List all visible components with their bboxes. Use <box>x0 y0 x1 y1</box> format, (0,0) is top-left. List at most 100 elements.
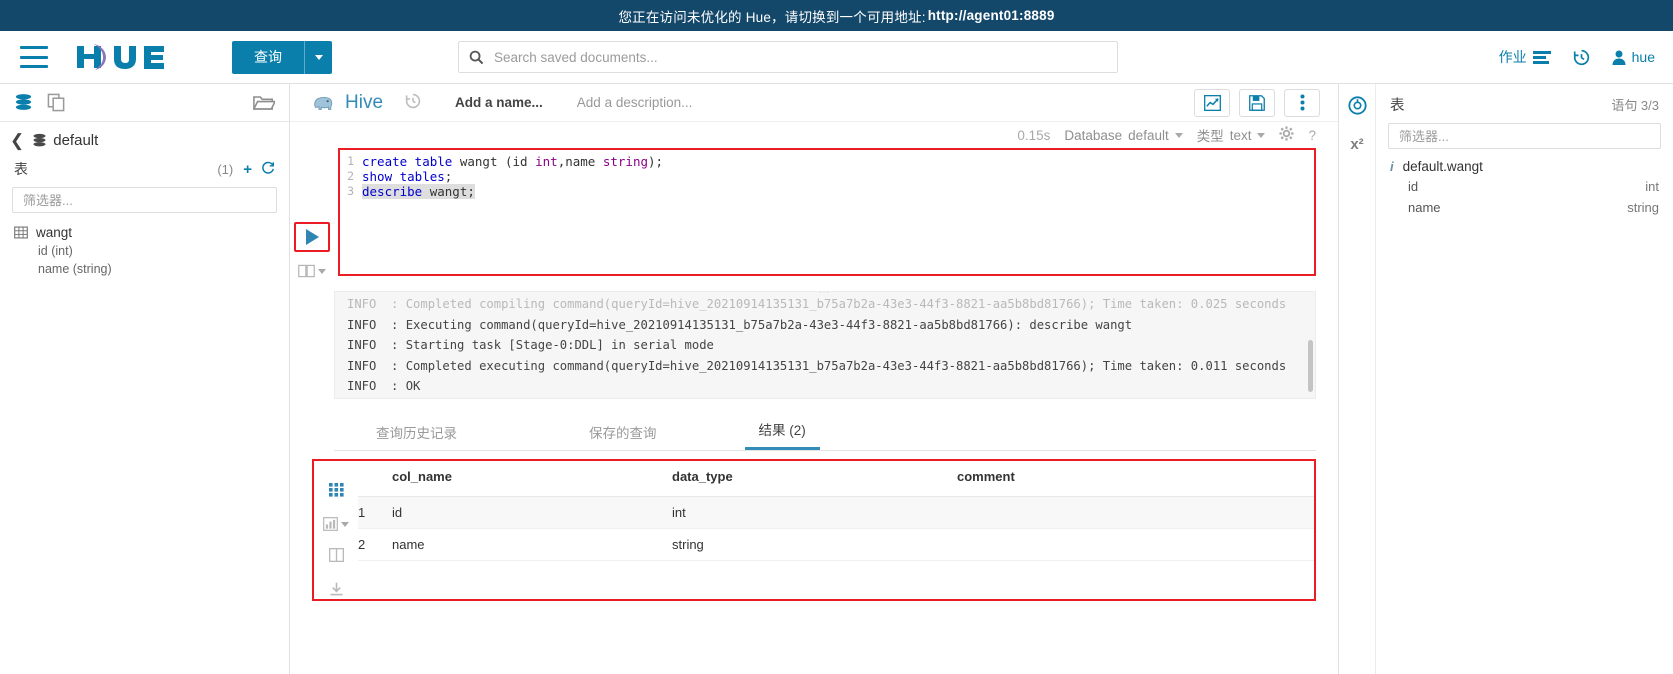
right-panel-filter[interactable] <box>1388 123 1661 149</box>
chevron-down-icon <box>1257 132 1266 138</box>
query-editor-main: Hive Add a name... Add a description... <box>290 84 1338 674</box>
table-row[interactable]: 2 name string <box>358 528 1314 561</box>
top-navbar: 查询 作业 <box>0 31 1673 84</box>
open-folder-icon[interactable] <box>253 93 275 112</box>
database-selector[interactable]: Database default <box>1064 127 1183 143</box>
chevron-down-icon <box>314 54 323 60</box>
current-database-name[interactable]: default <box>53 132 98 149</box>
right-panel-column-item[interactable]: id int <box>1376 176 1673 197</box>
database-icon <box>33 133 46 147</box>
line-number: 2 <box>347 169 354 183</box>
column-header-col-name[interactable]: col_name <box>392 461 672 497</box>
back-chevron-icon[interactable]: ❮ <box>10 132 24 149</box>
query-name-field[interactable]: Add a name... <box>455 95 543 110</box>
results-table: col_name data_type comment 1 id int 2 na… <box>358 461 1314 561</box>
tab-saved-queries[interactable]: 保存的查询 <box>575 422 671 450</box>
log-line: INFO : OK <box>347 379 421 393</box>
assist-table-item[interactable]: wangt <box>0 223 289 242</box>
assist-column-item[interactable]: name (string) <box>0 260 289 278</box>
chart-view-button[interactable] <box>1194 88 1230 117</box>
code-line[interactable]: 2 show tables; <box>340 169 1314 184</box>
query-log-panel[interactable]: ⋯ INFO : Completed compiling command(que… <box>334 291 1316 399</box>
editor-history-icon[interactable] <box>405 93 421 112</box>
query-dropdown-button[interactable] <box>304 40 332 74</box>
help-button[interactable]: ? <box>1308 128 1316 143</box>
execute-query-button[interactable] <box>298 226 326 248</box>
add-table-icon[interactable]: + <box>243 161 252 178</box>
code-line[interactable]: 1 create table wangt (id int,name string… <box>340 154 1314 169</box>
documents-source-icon[interactable] <box>47 93 66 112</box>
history-link[interactable] <box>1573 49 1590 66</box>
column-name: name <box>1408 200 1441 215</box>
query-button-group: 查询 <box>232 40 332 74</box>
more-options-button[interactable] <box>1284 88 1320 117</box>
columns-view-icon[interactable] <box>328 547 344 565</box>
banner-url-link[interactable]: http://agent01:8889 <box>928 8 1055 23</box>
download-icon[interactable] <box>329 582 344 599</box>
engine-name: Hive <box>345 91 384 113</box>
hamburger-menu-icon[interactable] <box>20 46 48 68</box>
log-line: INFO : Starting task [Stage-0:DDL] in se… <box>347 338 714 352</box>
info-icon[interactable]: i <box>1390 159 1394 174</box>
query-button[interactable]: 查询 <box>232 40 304 74</box>
chevron-down-icon <box>1174 132 1183 138</box>
column-name: id <box>1408 179 1419 194</box>
code-line-text: describe wangt; <box>362 184 475 199</box>
right-panel-column-item[interactable]: name string <box>1376 197 1673 218</box>
tab-query-history[interactable]: 查询历史记录 <box>362 422 471 450</box>
column-header-data-type[interactable]: data_type <box>672 461 957 497</box>
right-panel-filter-input[interactable] <box>1397 127 1652 145</box>
clock-history-icon <box>1573 49 1589 65</box>
settings-gear-button[interactable] <box>1279 126 1295 144</box>
save-floppy-icon <box>1249 94 1265 111</box>
query-explain-button[interactable] <box>298 264 326 278</box>
log-line: INFO : Executing command(queryId=hive_20… <box>347 317 1133 332</box>
hue-application-window: 您正在访问未优化的 Hue，请切换到一个可用地址: http://agent01… <box>0 0 1673 674</box>
chevron-down-icon <box>341 521 349 527</box>
type-selector[interactable]: 类型 text <box>1197 125 1266 145</box>
log-resize-handle[interactable]: ⋯ <box>819 292 832 298</box>
sql-code-editor[interactable]: 1 create table wangt (id int,name string… <box>340 150 1314 199</box>
assist-filter[interactable] <box>12 187 277 213</box>
user-menu[interactable]: hue <box>1612 49 1655 65</box>
tab-results[interactable]: 结果 (2) <box>744 419 820 450</box>
column-header-comment[interactable]: comment <box>957 461 1314 497</box>
code-line-text: create table wangt (id int,name string); <box>362 154 664 169</box>
banner-text: 您正在访问未优化的 Hue，请切换到一个可用地址: <box>618 9 926 25</box>
database-source-icon[interactable] <box>14 93 33 112</box>
right-panel-rail: x² <box>1339 84 1376 674</box>
user-icon <box>1612 50 1626 65</box>
assist-filter-input[interactable] <box>21 191 268 209</box>
right-panel-table-item[interactable]: i default.wangt <box>1376 157 1673 176</box>
play-icon <box>305 229 319 245</box>
log-line: INFO : Completed executing command(query… <box>347 358 1287 373</box>
functions-icon[interactable]: x² <box>1350 136 1363 153</box>
save-button[interactable] <box>1239 88 1275 117</box>
statement-counter: 语句 3/3 <box>1611 98 1659 113</box>
hue-logo[interactable] <box>74 41 194 73</box>
log-scrollbar[interactable] <box>1308 340 1313 392</box>
navbar-right-section: 作业 hue <box>1499 47 1655 67</box>
assist-breadcrumb: ❮ default <box>0 122 289 155</box>
cell-col-name: name <box>392 528 672 561</box>
code-line-active[interactable]: 3 describe wangt; <box>340 184 1314 199</box>
grid-view-icon[interactable] <box>328 483 344 500</box>
table-row[interactable]: 1 id int <box>358 496 1314 529</box>
query-description-field[interactable]: Add a description... <box>577 95 693 110</box>
row-index: 1 <box>358 496 392 529</box>
hue-logo-icon <box>77 44 164 70</box>
chevron-down-icon <box>318 268 326 274</box>
jobs-link[interactable]: 作业 <box>1499 47 1551 67</box>
database-selector-label: Database <box>1064 127 1123 143</box>
line-number: 1 <box>347 154 354 168</box>
search-input[interactable] <box>492 48 1107 66</box>
chart-view-icon[interactable] <box>323 517 349 531</box>
assist-column-item[interactable]: id (int) <box>0 242 289 260</box>
search-bar[interactable] <box>458 41 1118 73</box>
refresh-icon[interactable] <box>261 161 275 178</box>
left-assist-panel: ❮ default 表 (1) + 筛选器... wangt id (int) … <box>0 84 290 674</box>
engine-indicator[interactable]: Hive <box>312 92 383 114</box>
assistant-icon[interactable] <box>1347 96 1367 118</box>
right-panel-table-name: default.wangt <box>1402 159 1483 174</box>
result-tabs: 查询历史记录 保存的查询 结果 (2) <box>334 421 1316 451</box>
